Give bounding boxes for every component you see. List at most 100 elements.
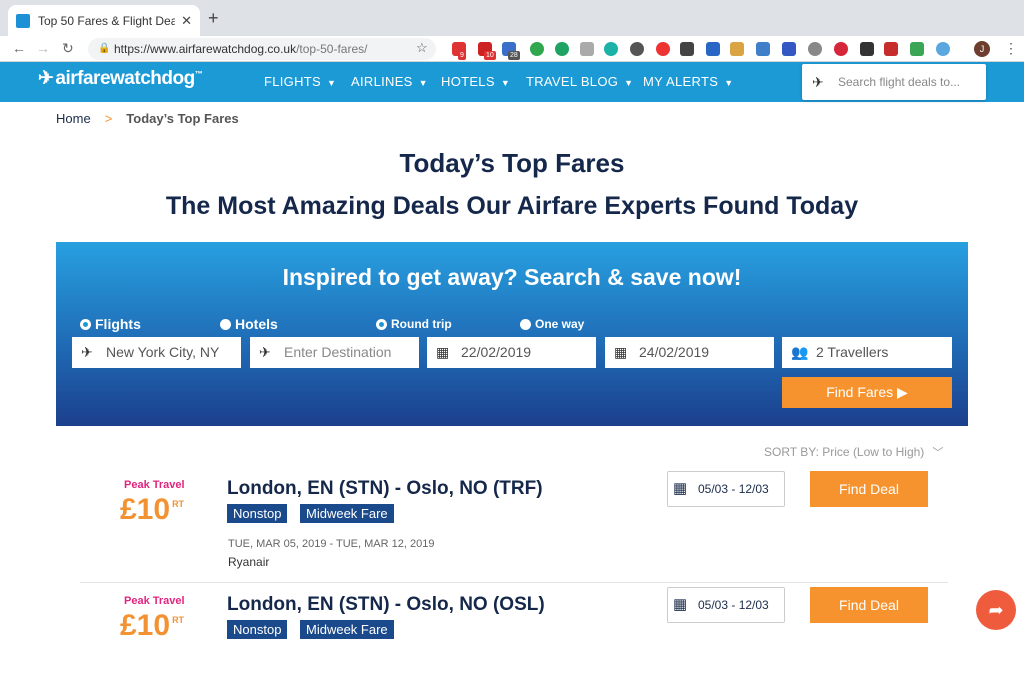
tag-midweek-fare: Midweek Fare — [300, 504, 394, 523]
caret-right-icon: ▶ — [897, 384, 908, 400]
radio-flights[interactable]: Flights — [80, 316, 141, 332]
extension-icon[interactable] — [884, 42, 898, 56]
fare-row: Peak Travel £10 RT London, EN (STN) - Osl… — [80, 587, 948, 699]
extension-icon[interactable] — [808, 42, 822, 56]
nav-my-alerts[interactable]: MY ALERTS ▼ — [643, 74, 733, 89]
depart-date-input[interactable]: ▦ 22/02/2019 — [427, 337, 596, 368]
extension-icon[interactable] — [936, 42, 950, 56]
reload-icon[interactable]: ↻ — [62, 40, 74, 57]
back-arrow-icon[interactable]: ← — [12, 40, 26, 56]
radio-round-trip[interactable]: Round trip — [376, 317, 452, 331]
calendar-icon: ▦ — [436, 344, 450, 360]
bookmark-star-icon[interactable]: ☆ — [416, 40, 428, 56]
extension-icon[interactable] — [756, 42, 770, 56]
forward-arrow-icon[interactable]: → — [36, 40, 50, 56]
breadcrumb: Home > Today’s Top Fares — [56, 111, 239, 126]
peak-travel-badge: Peak Travel — [124, 595, 185, 607]
tag-midweek-fare: Midweek Fare — [300, 620, 394, 639]
browser-menu-icon[interactable]: ⋮ — [1004, 40, 1018, 57]
return-date-input[interactable]: ▦ 24/02/2019 — [605, 337, 774, 368]
plane-landing-icon: ✈ — [259, 344, 271, 360]
tab-title: Top 50 Fares & Flight Deals fro — [38, 13, 176, 28]
chevron-down-icon: ▼ — [418, 78, 428, 88]
site-logo[interactable]: ✈ airfarewatchdog™ — [38, 67, 203, 90]
extension-icon[interactable] — [604, 42, 618, 56]
extension-badge: 9 — [458, 51, 466, 60]
browser-tab-bar: Top 50 Fares & Flight Deals fro ✕ + — [0, 0, 1024, 36]
plane-takeoff-icon: ✈ — [81, 344, 93, 360]
breadcrumb-current: Today’s Top Fares — [126, 111, 239, 126]
lock-icon: 🔒 — [98, 43, 111, 54]
site-favicon-icon — [16, 13, 30, 28]
fare-row: Peak Travel £10 RT London, EN (STN) - Osl… — [80, 471, 948, 583]
fare-date-box[interactable]: ▦ 05/03 - 12/03 — [667, 471, 785, 507]
fare-price: £10 RT — [120, 493, 185, 526]
url-input[interactable]: 🔒 https://www.airfarewatchdog.co.uk/top-5… — [88, 38, 436, 60]
url-path: /top-50-fares/ — [296, 42, 368, 56]
calendar-icon: ▦ — [614, 344, 628, 360]
tag-nonstop: Nonstop — [227, 504, 288, 523]
url-host: https://www.airfarewatchdog.co.uk — [114, 42, 297, 56]
find-fares-button[interactable]: Find Fares ▶ — [782, 377, 952, 408]
page-title: Today’s Top Fares — [399, 148, 625, 178]
fare-dates: TUE, MAR 05, 2019 - TUE, MAR 12, 2019 — [228, 538, 435, 550]
profile-avatar[interactable]: J — [974, 41, 990, 57]
fare-price: £10 RT — [120, 609, 185, 642]
grammarly-icon[interactable] — [555, 42, 569, 56]
fare-route[interactable]: London, EN (STN) - Oslo, NO (OSL) — [227, 594, 545, 616]
radio-hotels[interactable]: Hotels — [220, 316, 278, 332]
nav-hotels[interactable]: HOTELS ▼ — [441, 74, 510, 89]
chevron-down-icon: ﹀ — [932, 447, 944, 459]
extension-icon[interactable] — [860, 42, 874, 56]
extension-icon[interactable] — [680, 42, 694, 56]
sort-dropdown[interactable]: SORT BY: Price (Low to High) ﹀ — [764, 444, 943, 460]
extension-icon[interactable] — [782, 42, 796, 56]
chevron-down-icon: ▼ — [624, 78, 634, 88]
find-deal-button[interactable]: Find Deal — [810, 471, 928, 507]
chevron-down-icon: ▼ — [327, 78, 337, 88]
radio-selected-icon — [80, 318, 91, 330]
new-tab-button[interactable]: + — [208, 8, 219, 29]
peak-travel-badge: Peak Travel — [124, 479, 185, 491]
radio-one-way[interactable]: One way — [520, 317, 584, 331]
site-header: ✈ airfarewatchdog™ FLIGHTS ▼ AIRLINES ▼ HOT… — [0, 62, 1024, 102]
extension-badge: 10 — [484, 51, 496, 60]
chevron-down-icon: ▼ — [724, 78, 734, 88]
nav-flights[interactable]: FLIGHTS ▼ — [264, 74, 336, 89]
address-bar-row: ← → ↻ 🔒 https://www.airfarewatchdog.co.uk… — [0, 36, 1024, 62]
stumbleupon-icon[interactable] — [656, 42, 670, 56]
nav-airlines[interactable]: AIRLINES ▼ — [351, 74, 428, 89]
search-panel: Inspired to get away? Search & save now!… — [56, 242, 968, 426]
plane-logo-icon: ✈ — [38, 68, 54, 89]
extension-icon[interactable] — [730, 42, 744, 56]
calendar-icon: ▦ — [673, 596, 688, 613]
find-deal-button[interactable]: Find Deal — [810, 587, 928, 623]
fare-date-box[interactable]: ▦ 05/03 - 12/03 — [667, 587, 785, 623]
destination-input[interactable]: ✈ Enter Destination — [250, 337, 419, 368]
fare-airline: Ryanair — [228, 555, 270, 569]
breadcrumb-home-link[interactable]: Home — [56, 111, 91, 126]
nav-travel-blog[interactable]: TRAVEL BLOG ▼ — [526, 74, 633, 89]
extension-icon[interactable] — [706, 42, 720, 56]
radio-unselected-icon — [220, 318, 231, 330]
evernote-icon[interactable] — [530, 42, 544, 56]
radio-unselected-icon — [520, 318, 531, 330]
travellers-select[interactable]: 👥 2 Travellers — [782, 337, 952, 368]
speedometer-icon[interactable] — [630, 42, 644, 56]
fare-route[interactable]: London, EN (STN) - Oslo, NO (TRF) — [227, 478, 543, 500]
flight-deals-search-input[interactable]: ✈ Search flight deals to... — [802, 64, 986, 100]
calendar-icon: ▦ — [673, 480, 688, 497]
tag-nonstop: Nonstop — [227, 620, 288, 639]
plane-landing-icon: ✈ — [812, 74, 824, 90]
search-panel-title: Inspired to get away? Search & save now! — [282, 264, 742, 290]
close-tab-icon[interactable]: ✕ — [181, 13, 192, 29]
browser-tab[interactable]: Top 50 Fares & Flight Deals fro ✕ — [8, 5, 200, 36]
page-subtitle: The Most Amazing Deals Our Airfare Exper… — [165, 192, 859, 220]
breadcrumb-separator: > — [104, 111, 113, 126]
pinterest-icon[interactable] — [834, 42, 848, 56]
origin-input[interactable]: ✈ New York City, NY — [72, 337, 241, 368]
share-icon[interactable]: ➦ — [976, 590, 1016, 630]
extension-icon[interactable] — [580, 42, 594, 56]
chevron-down-icon: ▼ — [500, 78, 511, 88]
extension-icon[interactable] — [910, 42, 924, 56]
